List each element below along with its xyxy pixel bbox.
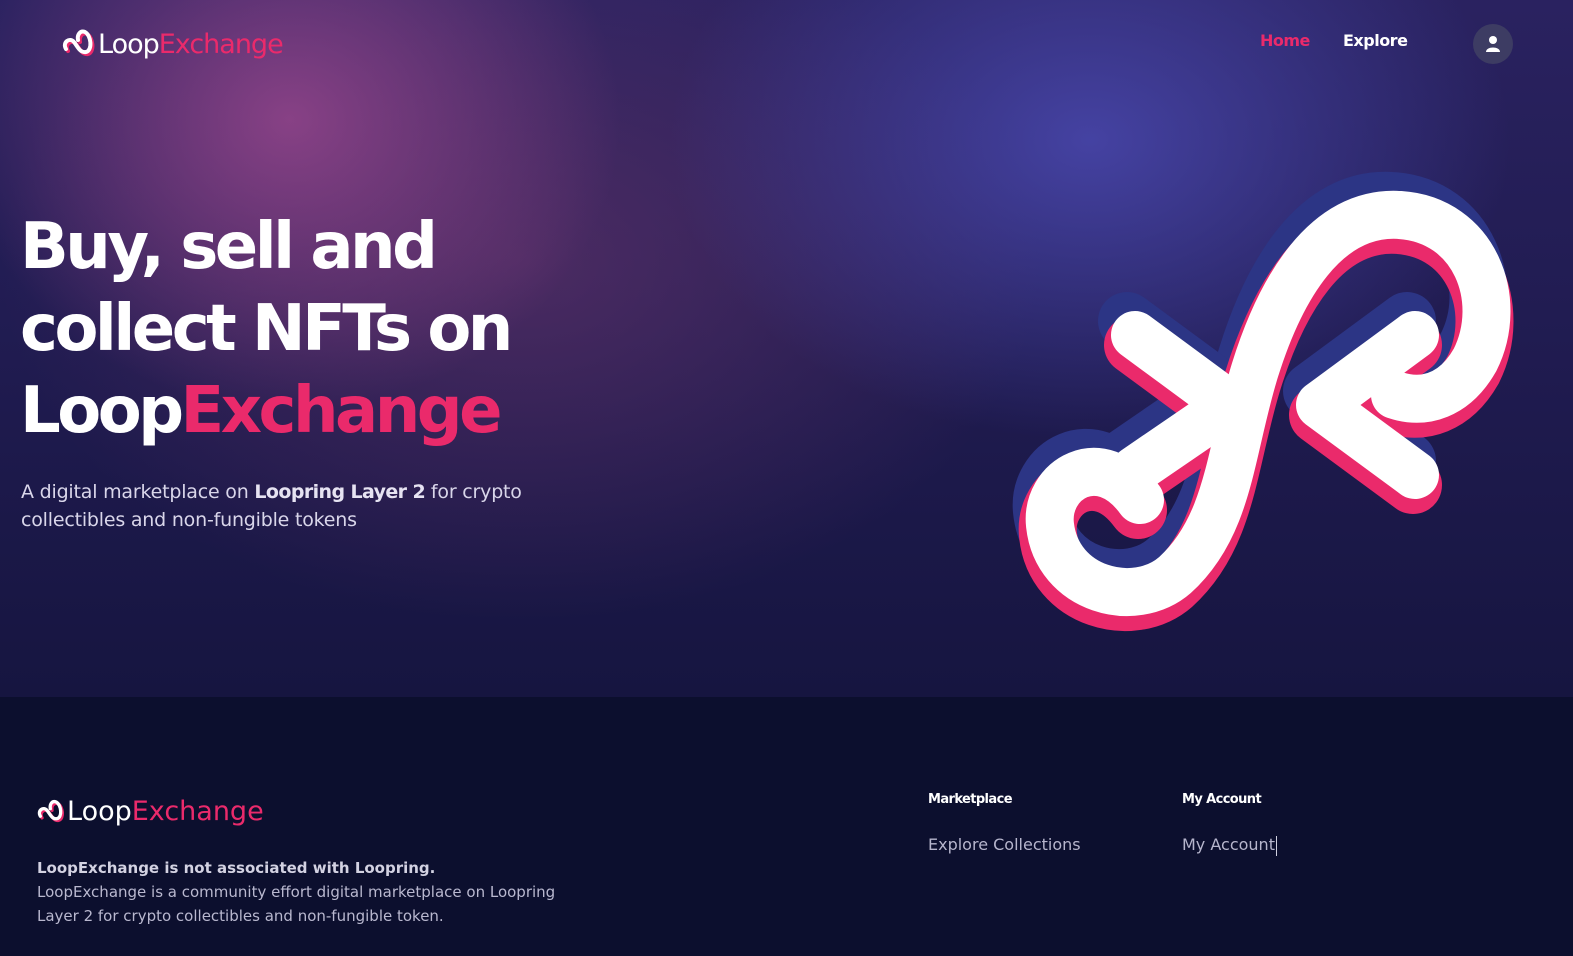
subtitle-bold: Loopring Layer 2 xyxy=(254,481,426,503)
footer-heading-marketplace: Marketplace xyxy=(928,792,1013,807)
footer-link-my-account-label: My Account xyxy=(1182,835,1275,854)
hero-subtitle: A digital marketplace on Loopring Layer … xyxy=(21,478,541,534)
footer-logo-text-exchange: Exchange xyxy=(131,796,264,827)
hero-headline: Buy, sell and collect NFTs on LoopExchan… xyxy=(20,206,580,452)
headline-line-2: collect NFTs on xyxy=(20,292,513,366)
disclaimer-bold: LoopExchange is not associated with Loop… xyxy=(37,859,436,877)
footer-link-my-account[interactable]: My Account xyxy=(1182,835,1277,856)
footer-heading-my-account: My Account xyxy=(1182,792,1262,807)
subtitle-pre: A digital marketplace on xyxy=(21,481,255,503)
nav-explore-link[interactable]: Explore xyxy=(1343,31,1408,50)
headline-exchange: Exchange xyxy=(180,374,503,448)
footer-link-explore-collections[interactable]: Explore Collections xyxy=(928,835,1081,854)
headline-line-1: Buy, sell and xyxy=(20,210,438,284)
footer-logo-text-loop: Loop xyxy=(67,796,132,827)
nav-home-link[interactable]: Home xyxy=(1260,31,1310,50)
disclaimer-text: LoopExchange is a community effort digit… xyxy=(37,883,556,925)
account-avatar-button[interactable] xyxy=(1473,24,1513,64)
loop-logo-icon xyxy=(63,29,95,57)
user-icon xyxy=(1486,36,1500,52)
loop-logo-icon xyxy=(37,799,64,822)
headline-loop: Loop xyxy=(20,374,184,448)
text-cursor xyxy=(1275,835,1277,856)
footer-logo[interactable]: LoopExchange xyxy=(37,796,264,827)
footer-logo-wordmark: LoopExchange xyxy=(67,796,264,827)
site-logo[interactable]: LoopExchange xyxy=(62,27,284,61)
logo-wordmark: LoopExchange xyxy=(98,28,284,60)
footer-disclaimer: LoopExchange is not associated with Loop… xyxy=(37,856,557,928)
hero-logo-graphic xyxy=(1012,171,1514,631)
logo-text-loop: Loop xyxy=(98,28,160,60)
logo-text-exchange: Exchange xyxy=(158,28,284,60)
